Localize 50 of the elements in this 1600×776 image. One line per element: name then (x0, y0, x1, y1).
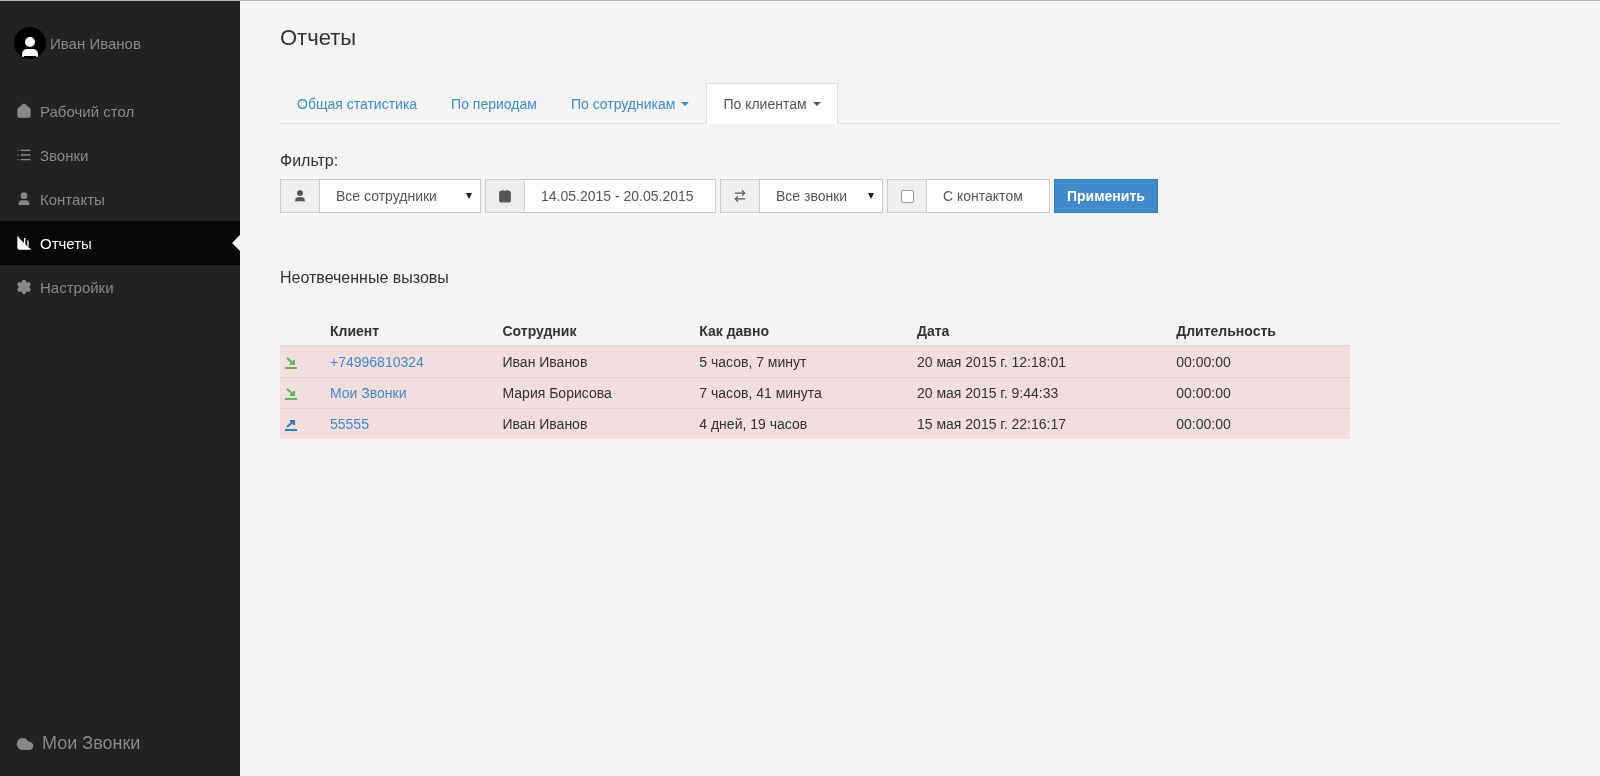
dropdown-arrow-icon (466, 193, 472, 199)
table-cell: 00:00:00 (1176, 354, 1231, 370)
calendar-icon (498, 189, 512, 203)
sidebar-item[interactable]: Контакты (0, 177, 240, 221)
sidebar-item[interactable]: Звонки (0, 133, 240, 177)
filter-label: Фильтр: (280, 152, 340, 170)
client-link[interactable]: +74996810324 (330, 354, 424, 370)
tab[interactable]: По сотрудникам (553, 83, 707, 124)
person-icon (293, 189, 307, 203)
section-title: Неотвеченные вызовы (280, 269, 450, 287)
table-cell: 15 мая 2015 г. 22:16:17 (916, 416, 1067, 432)
table-cell: 5 часов, 7 минут (699, 354, 807, 370)
bar-chart-icon (16, 235, 32, 251)
incoming-call-icon (284, 355, 298, 370)
tab[interactable]: По клиентам (706, 83, 838, 124)
select-field[interactable]: Все звонки (759, 179, 883, 213)
outgoing-call-icon (284, 417, 298, 432)
settings-icon (16, 279, 32, 295)
table-cell: 4 дней, 19 часов (699, 416, 808, 432)
select-field[interactable]: Все сотрудники (319, 179, 481, 213)
table-cell: 00:00:00 (1176, 385, 1231, 401)
list-icon (16, 147, 32, 163)
user-name: Иван Иванов (50, 34, 141, 52)
arrows-icon (733, 189, 747, 203)
sidebar-item[interactable]: Отчеты (0, 221, 240, 265)
checkbox-label[interactable]: С контактом (926, 179, 1050, 213)
person-icon (16, 191, 32, 207)
dropdown-arrow-icon (868, 193, 874, 199)
home-icon (16, 103, 32, 119)
active-pointer (232, 235, 240, 251)
page-title: Отчеты (280, 25, 358, 51)
date-range-field[interactable]: 14.05.2015 - 20.05.2015 (524, 179, 716, 213)
sidebar-item[interactable]: Настройки (0, 265, 240, 309)
avatar (14, 27, 46, 59)
checkbox[interactable] (900, 189, 914, 203)
client-link[interactable]: Мои Звонки (330, 385, 407, 401)
client-link[interactable]: 55555 (330, 416, 369, 432)
tab[interactable]: Общая статистика (280, 83, 435, 124)
table-cell: 7 часов, 41 минута (699, 385, 822, 401)
table-cell: 20 мая 2015 г. 9:44:33 (916, 385, 1059, 401)
table-cell: Иван Иванов (502, 416, 588, 432)
tab[interactable]: По периодам (434, 83, 554, 124)
incoming-call-icon (284, 386, 298, 401)
sidebar-item[interactable]: Рабочий стол (0, 89, 240, 133)
table-cell: 00:00:00 (1176, 416, 1231, 432)
table-cell: 20 мая 2015 г. 12:18:01 (916, 354, 1067, 370)
app-name: Мои Звонки (42, 733, 141, 754)
table-cell: Мария Борисова (502, 385, 612, 401)
apply-button[interactable]: Применить (1054, 179, 1158, 213)
table-cell: Иван Иванов (502, 354, 588, 370)
